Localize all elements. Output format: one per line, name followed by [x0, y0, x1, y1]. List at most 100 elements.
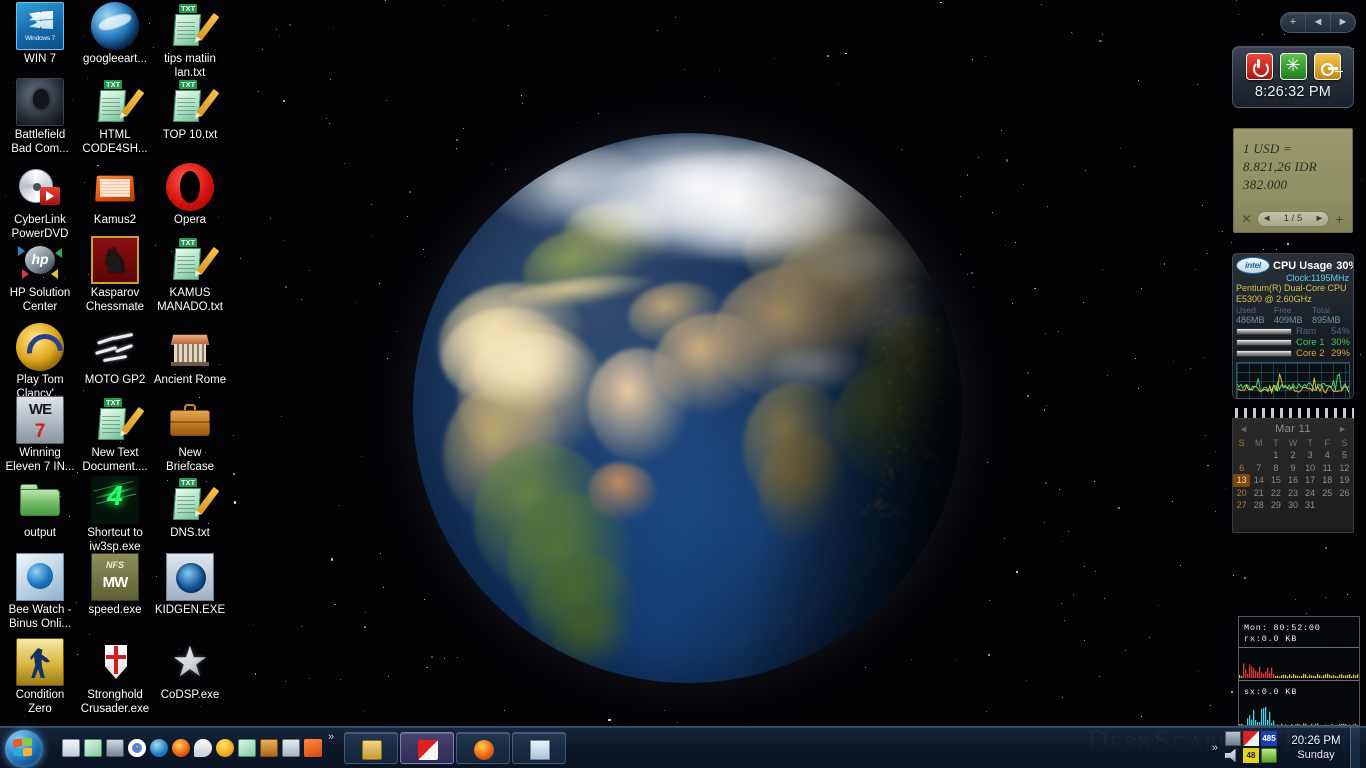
start-button[interactable] — [2, 728, 52, 768]
firefox-window-button[interactable] — [456, 731, 511, 764]
desktop-icon-kamus-manado-txt[interactable]: TXT KAMUS MANADO.txt — [153, 236, 227, 314]
calendar-day-18[interactable]: 18 — [1319, 474, 1336, 487]
calendar-day-27[interactable]: 27 — [1233, 499, 1250, 512]
smiley-icon[interactable] — [216, 738, 234, 757]
chat-bubble-icon[interactable] — [194, 738, 212, 757]
key-icon[interactable] — [1313, 53, 1341, 80]
calendar-day-28[interactable]: 28 — [1250, 499, 1267, 512]
taskbar-clock[interactable]: 20:26 PM Sunday — [1286, 734, 1346, 762]
calendar-day-1[interactable]: 1 — [1267, 449, 1284, 462]
currency-next-icon[interactable]: ► — [1315, 213, 1324, 224]
currency-converter-gadget[interactable]: 1 USD = 8.821,26 IDR 382.000 ✕ ◄ 1 / 5 ►… — [1233, 128, 1353, 233]
kaspersky-tray-icon[interactable] — [1243, 731, 1259, 746]
currency-add-icon[interactable]: + — [1333, 211, 1346, 227]
calendar-day-26[interactable]: 26 — [1336, 487, 1353, 500]
desktop-icon-output[interactable]: output — [3, 476, 77, 541]
desktop-icon-hp-solution-center[interactable]: HP Solution Center — [3, 236, 77, 314]
currency-close-icon[interactable]: ✕ — [1240, 212, 1253, 226]
desktop-icon-html-code4sh[interactable]: TXT HTML CODE4SH... — [78, 78, 152, 156]
desktop-icon-winning-eleven-7-in[interactable]: Winning Eleven 7 IN... — [3, 396, 77, 474]
counter-48-tray-icon[interactable]: 48 — [1243, 748, 1259, 763]
desktop-icon-battlefield-bad-com[interactable]: Battlefield Bad Com... — [3, 78, 77, 156]
calendar-day-5[interactable]: 5 — [1336, 449, 1353, 462]
desktop-icon-tips-matiin-lan-txt[interactable]: TXT tips matiin lan.txt — [153, 2, 227, 80]
calendar-day-21[interactable]: 21 — [1250, 487, 1267, 500]
calendar-day-7[interactable]: 7 — [1250, 462, 1267, 475]
tray-overflow-icon[interactable]: » — [1212, 742, 1218, 754]
calendar-day-6[interactable]: 6 — [1233, 462, 1250, 475]
counter-485-tray-icon[interactable]: 485 — [1261, 731, 1277, 746]
calendar-day-17[interactable]: 17 — [1302, 474, 1319, 487]
desktop-icon-stronghold-crusader-exe[interactable]: Stronghold Crusader.exe — [78, 638, 152, 716]
network-meter-gadget[interactable]: Mon: 80:52:00 rx:0.0 KB sx:0.0 KB — [1238, 616, 1360, 726]
calendar-day-2[interactable]: 2 — [1284, 449, 1301, 462]
desktop-icon-moto-gp2[interactable]: MOTO GP2 — [78, 323, 152, 388]
sidebar-toolbar[interactable]: + ◄ ► — [1280, 12, 1356, 33]
calendar-day-14[interactable]: 14 — [1250, 474, 1267, 487]
restart-icon[interactable] — [1279, 53, 1307, 80]
desktop-icon-kidgen-exe[interactable]: KIDGEN.EXE — [153, 553, 227, 618]
calendar-day-11[interactable]: 11 — [1319, 462, 1336, 475]
power-icon[interactable] — [1245, 53, 1273, 80]
calendar-day-30[interactable]: 30 — [1284, 499, 1301, 512]
text-file-icon[interactable] — [84, 738, 102, 757]
calendar-day-19[interactable]: 19 — [1336, 474, 1353, 487]
sidebar-add-gadget-button[interactable]: + — [1281, 13, 1305, 32]
calendar-gadget[interactable]: ◄ Mar 11 ► SMTWTFS 1 2 3 4 5 6 7 8 9 10 11 12 13 14 15… — [1232, 418, 1354, 533]
dictionary-book-icon[interactable] — [304, 738, 322, 757]
show-desktop-button[interactable] — [1350, 726, 1360, 768]
desktop-icon-new-text-document[interactable]: TXT New Text Document.... — [78, 396, 152, 474]
calendar-day-12[interactable]: 12 — [1336, 462, 1353, 475]
calendar-day-25[interactable]: 25 — [1319, 487, 1336, 500]
calendar-day-3[interactable]: 3 — [1302, 449, 1319, 462]
desktop-icon-win-7[interactable]: WIN 7 — [3, 2, 77, 67]
cpu-meter-gadget[interactable]: intel CPU Usage 30% Clock:1195MHz Pentiu… — [1232, 253, 1354, 399]
calendar-day-16[interactable]: 16 — [1284, 474, 1301, 487]
desktop-icon-codsp-exe[interactable]: CoDSP.exe — [153, 638, 227, 703]
text-file-icon[interactable] — [238, 738, 256, 757]
calendar-next-icon[interactable]: ► — [1338, 424, 1347, 434]
desktop-icon-cyberlink-powerdvd[interactable]: CyberLink PowerDVD — [3, 163, 77, 241]
sidebar-next-button[interactable]: ► — [1330, 13, 1355, 32]
desktop-icon-googleeart[interactable]: googleeart... — [78, 2, 152, 67]
calendar-day-15[interactable]: 15 — [1267, 474, 1284, 487]
monitor-icon[interactable] — [106, 738, 124, 757]
sidebar-prev-button[interactable]: ◄ — [1305, 13, 1330, 32]
calendar-day-22[interactable]: 22 — [1267, 487, 1284, 500]
desktop-icon-shortcut-to-iw3sp-exe[interactable]: Shortcut to iw3sp.exe — [78, 476, 152, 554]
calendar-day-20[interactable]: 20 — [1233, 487, 1250, 500]
currency-pager[interactable]: ◄ 1 / 5 ► — [1257, 210, 1329, 227]
desktop-icon-kasparov-chessmate[interactable]: Kasparov Chessmate — [78, 236, 152, 314]
calendar-day-9[interactable]: 9 — [1284, 462, 1301, 475]
internet-explorer-icon[interactable] — [150, 738, 168, 757]
desktop-icon-opera[interactable]: Opera — [153, 163, 227, 228]
desktop-icon-speed-exe[interactable]: speed.exe — [78, 553, 152, 618]
calculator-icon[interactable] — [282, 738, 300, 757]
quick-launch-overflow-icon[interactable]: » — [328, 731, 334, 743]
desktop-icon-condition-zero[interactable]: Condition Zero — [3, 638, 77, 716]
desktop-icon-play-tom-clancy[interactable]: Play Tom Clancy'... — [3, 323, 77, 401]
desktop-icon-new-briefcase[interactable]: New Briefcase — [153, 396, 227, 474]
kaspersky-window-button[interactable] — [400, 731, 455, 764]
desktop-icon-dns-txt[interactable]: TXT DNS.txt — [153, 476, 227, 541]
shutdown-clock-gadget[interactable]: 8:26:32 PM — [1232, 46, 1354, 108]
calendar-day-31[interactable]: 31 — [1302, 499, 1319, 512]
network-tray-icon[interactable] — [1225, 731, 1241, 746]
calendar-prev-icon[interactable]: ◄ — [1239, 424, 1248, 434]
calendar-day-8[interactable]: 8 — [1267, 462, 1284, 475]
notepad-icon[interactable] — [62, 738, 80, 757]
calendar-day-24[interactable]: 24 — [1302, 487, 1319, 500]
chrome-icon[interactable] — [128, 738, 146, 757]
notepad-window-button[interactable] — [512, 731, 567, 764]
calendar-day-29[interactable]: 29 — [1267, 499, 1284, 512]
battery-tray-icon[interactable] — [1261, 748, 1277, 763]
desktop-icon-top-10-txt[interactable]: TXT TOP 10.txt — [153, 78, 227, 143]
calendar-day-4[interactable]: 4 — [1319, 449, 1336, 462]
desktop-icon-kamus2[interactable]: Kamus2 — [78, 163, 152, 228]
desktop-icon-bee-watch-binus-onli[interactable]: Bee Watch - Binus Onli... — [3, 553, 77, 631]
calendar-day-10[interactable]: 10 — [1302, 462, 1319, 475]
book-icon[interactable] — [260, 738, 278, 757]
currency-prev-icon[interactable]: ◄ — [1262, 213, 1271, 224]
firefox-icon[interactable] — [172, 738, 190, 757]
desktop-icon-ancient-rome[interactable]: Ancient Rome — [153, 323, 227, 388]
